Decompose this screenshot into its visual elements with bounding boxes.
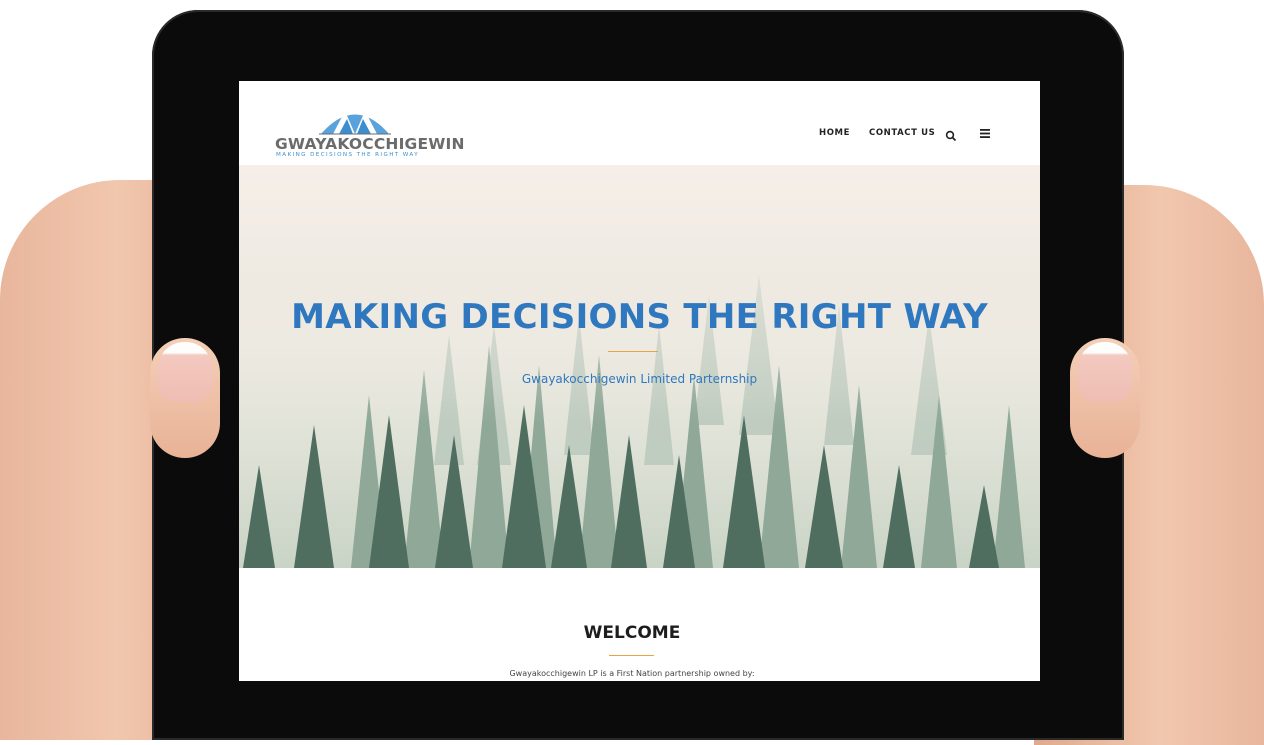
nav-home-link[interactable]: HOME	[819, 128, 850, 138]
forest-background-image	[239, 165, 1040, 568]
site-logo[interactable]: GWAYAKOCCHIGEWIN MAKING DECISIONS THE RI…	[275, 101, 465, 161]
hero-title: MAKING DECISIONS THE RIGHT WAY	[291, 297, 988, 337]
logo-tagline: MAKING DECISIONS THE RIGHT WAY	[276, 152, 420, 158]
hero-banner: MAKING DECISIONS THE RIGHT WAY Gwayakocc…	[239, 165, 1040, 568]
thumbnail	[158, 342, 212, 402]
welcome-heading: WELCOME	[583, 623, 681, 643]
tablet-screen: GWAYAKOCCHIGEWIN MAKING DECISIONS THE RI…	[239, 81, 1040, 681]
logo-arch-icon	[319, 111, 391, 135]
search-icon[interactable]	[945, 130, 957, 142]
hero-divider	[608, 351, 658, 352]
hamburger-menu-icon[interactable]	[980, 129, 990, 138]
thumbnail	[1078, 342, 1132, 402]
logo-text: GWAYAKOCCHIGEWIN	[275, 135, 465, 153]
welcome-divider	[609, 655, 654, 656]
right-thumb	[1070, 338, 1140, 458]
left-thumb	[150, 338, 220, 458]
hero-subtitle: Gwayakocchigewin Limited Parternship	[521, 372, 758, 386]
nav-contact-link[interactable]: CONTACT US	[869, 128, 935, 138]
welcome-text: Gwayakocchigewin LP is a First Nation pa…	[509, 669, 755, 678]
site-header: GWAYAKOCCHIGEWIN MAKING DECISIONS THE RI…	[239, 81, 1040, 165]
